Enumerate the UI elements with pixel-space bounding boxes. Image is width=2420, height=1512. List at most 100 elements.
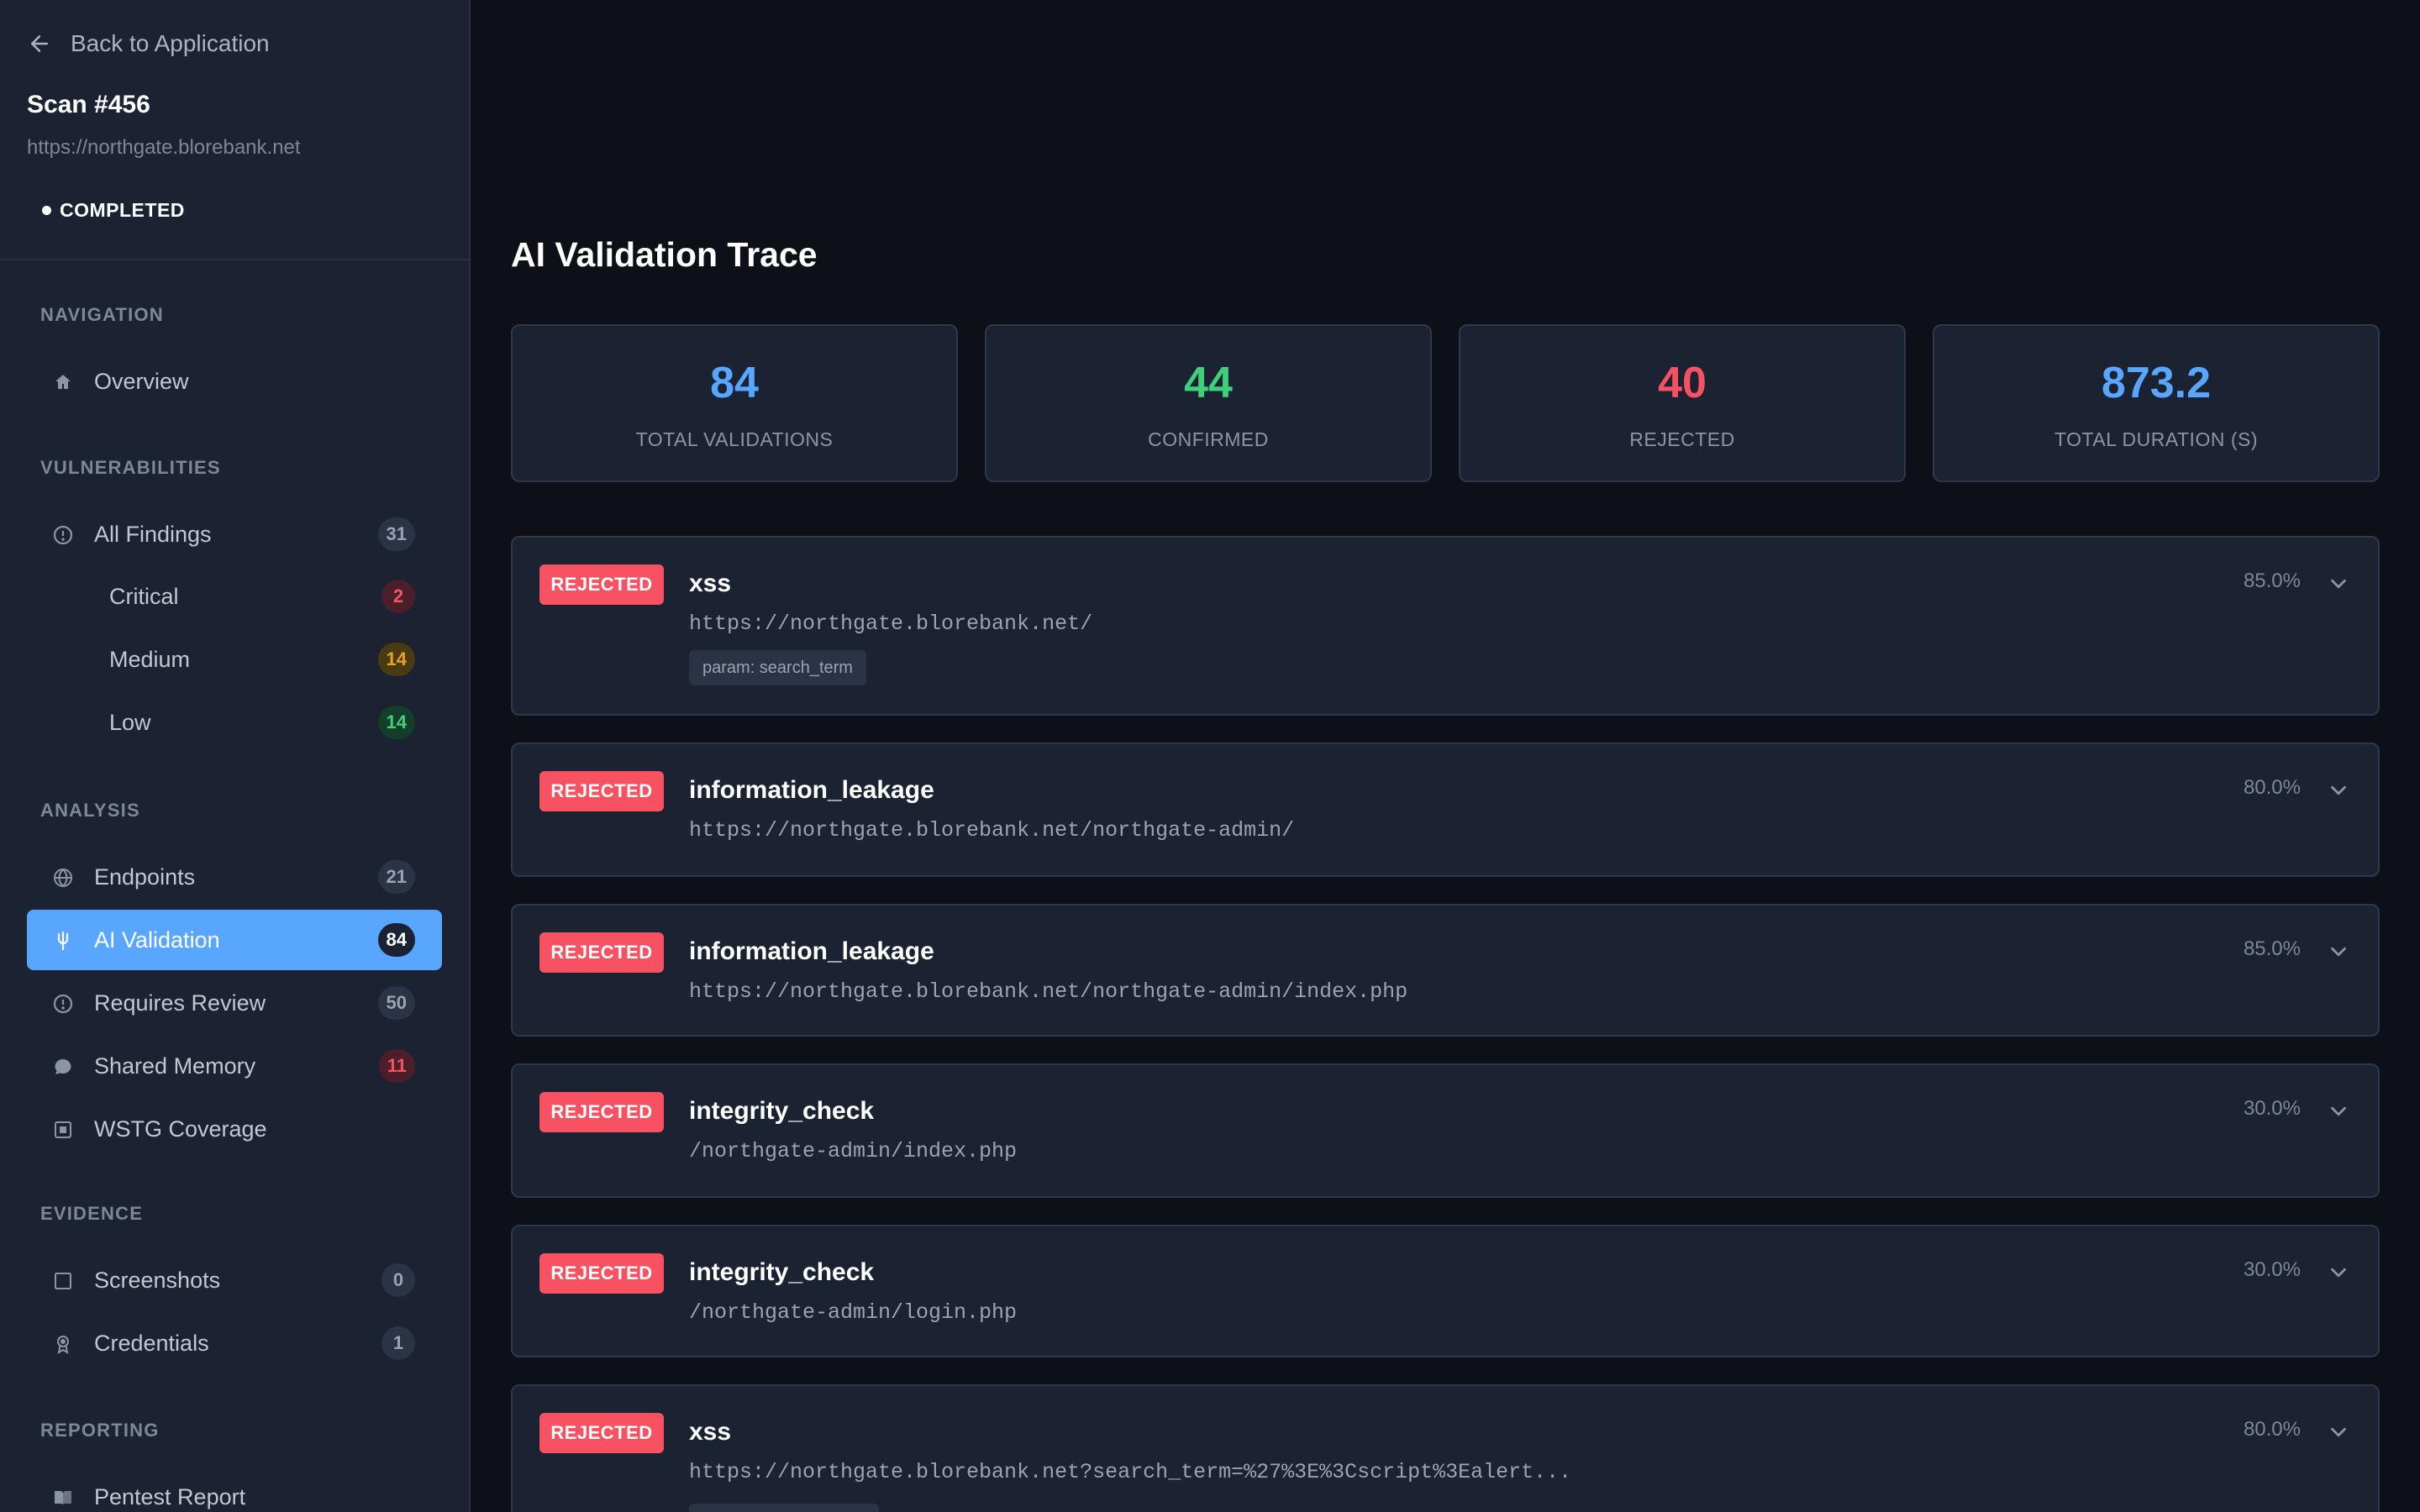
stat-value: 873.2	[2101, 359, 2212, 407]
sidebar: Back to Application Scan #456 https://no…	[0, 0, 471, 1512]
stat-label: TOTAL DURATION (S)	[2054, 428, 2258, 450]
back-to-application-link[interactable]: Back to Application	[27, 29, 270, 59]
chevron-down-icon[interactable]	[2326, 1260, 2351, 1285]
validation-url: https://northgate.blorebank.net/	[689, 612, 1093, 636]
sidebar-item-endpoints[interactable]: Endpoints 21	[27, 847, 442, 907]
chevron-down-icon[interactable]	[2326, 778, 2351, 803]
home-icon	[53, 372, 73, 392]
sidebar-item-label: Requires Review	[94, 990, 266, 1016]
sidebar-item-screenshots[interactable]: Screenshots 0	[27, 1250, 442, 1310]
confidence-score: 85.0%	[2243, 570, 2301, 592]
verdict-badge: REJECTED	[539, 564, 664, 605]
section-analysis: ANALYSIS	[40, 800, 140, 821]
chat-bubble-icon	[53, 1057, 73, 1077]
sidebar-item-label: WSTG Coverage	[94, 1116, 267, 1142]
validation-card[interactable]: REJECTED integrity_check /northgate-admi…	[511, 1225, 2380, 1357]
stat-value: 40	[1658, 359, 1707, 407]
sidebar-divider	[0, 259, 469, 260]
count-badge: 50	[377, 986, 415, 1020]
page-title: AI Validation Trace	[511, 235, 818, 274]
sidebar-item-label: Credentials	[94, 1330, 209, 1356]
alert-circle-icon	[53, 994, 73, 1014]
status-dot-icon	[42, 205, 51, 215]
count-badge: 31	[377, 517, 415, 551]
sidebar-item-label: Critical	[109, 583, 179, 609]
sidebar-item-label: Shared Memory	[94, 1053, 256, 1079]
globe-icon	[53, 868, 73, 888]
validation-type: xss	[689, 570, 732, 597]
sidebar-item-label: Overview	[94, 368, 189, 394]
scan-url: https://northgate.blorebank.net	[27, 136, 301, 159]
sidebar-item-medium[interactable]: Medium 14	[27, 629, 442, 690]
sidebar-item-overview[interactable]: Overview	[27, 351, 442, 412]
sidebar-item-label: Medium	[109, 646, 191, 672]
validation-type: information_leakage	[689, 937, 934, 965]
section-evidence: EVIDENCE	[40, 1203, 144, 1224]
validation-url: /northgate-admin/index.php	[689, 1139, 1018, 1163]
count-badge: 0	[381, 1263, 415, 1297]
validation-card[interactable]: REJECTED information_leakage https://nor…	[511, 904, 2380, 1037]
confidence-score: 85.0%	[2243, 937, 2301, 960]
stat-card-total-duration: 873.2 TOTAL DURATION (S)	[1933, 324, 2380, 482]
sidebar-item-critical[interactable]: Critical 2	[27, 566, 442, 627]
sidebar-item-requires-review[interactable]: Requires Review 50	[27, 973, 442, 1033]
param-tag: param: search_term	[689, 650, 866, 685]
chevron-down-icon[interactable]	[2326, 571, 2351, 596]
stat-label: CONFIRMED	[1148, 428, 1269, 450]
validation-card[interactable]: REJECTED xss https://northgate.blorebank…	[511, 1384, 2380, 1512]
badge-icon	[53, 1334, 73, 1354]
verdict-badge: REJECTED	[539, 932, 664, 973]
sidebar-item-label: Endpoints	[94, 864, 196, 890]
validation-url: https://northgate.blorebank.net?search_t…	[689, 1460, 1572, 1484]
validation-type: xss	[689, 1418, 732, 1446]
alert-circle-icon	[53, 525, 73, 545]
stat-value: 44	[1184, 359, 1233, 407]
verdict-badge: REJECTED	[539, 1413, 664, 1453]
verdict-badge: REJECTED	[539, 1092, 664, 1132]
count-badge: 84	[377, 923, 415, 957]
validation-card[interactable]: REJECTED integrity_check /northgate-admi…	[511, 1063, 2380, 1198]
sidebar-item-label: AI Validation	[94, 927, 220, 953]
validation-card[interactable]: REJECTED xss https://northgate.blorebank…	[511, 536, 2380, 716]
book-icon	[53, 1488, 73, 1508]
sidebar-item-all-findings[interactable]: All Findings 31	[27, 504, 442, 564]
section-navigation: NAVIGATION	[40, 304, 164, 325]
sidebar-item-credentials[interactable]: Credentials 1	[27, 1313, 442, 1373]
verdict-badge: REJECTED	[539, 771, 664, 811]
chevron-down-icon[interactable]	[2326, 1420, 2351, 1445]
target-square-icon	[53, 1120, 73, 1140]
validation-url: /northgate-admin/login.php	[689, 1300, 1018, 1325]
validation-url: https://northgate.blorebank.net/northgat…	[689, 979, 1408, 1004]
stat-label: TOTAL VALIDATIONS	[635, 428, 834, 450]
confidence-score: 30.0%	[2243, 1097, 2301, 1120]
section-reporting: REPORTING	[40, 1420, 160, 1441]
verdict-badge: REJECTED	[539, 1253, 664, 1294]
confidence-score: 30.0%	[2243, 1258, 2301, 1281]
sidebar-item-label: Pentest Report	[94, 1483, 246, 1509]
stat-label: REJECTED	[1629, 428, 1735, 450]
count-badge: 1	[381, 1326, 415, 1360]
sidebar-item-shared-memory[interactable]: Shared Memory 11	[27, 1036, 442, 1096]
chevron-down-icon[interactable]	[2326, 1099, 2351, 1124]
validation-type: information_leakage	[689, 776, 934, 804]
stat-card-rejected: 40 REJECTED	[1459, 324, 1906, 482]
square-icon	[53, 1271, 73, 1291]
count-badge: 11	[378, 1049, 415, 1083]
sidebar-item-wstg-coverage[interactable]: WSTG Coverage	[27, 1099, 442, 1159]
sidebar-item-label: All Findings	[94, 521, 212, 547]
sidebar-item-pentest-report[interactable]: Pentest Report	[27, 1467, 442, 1512]
stat-card-confirmed: 44 CONFIRMED	[985, 324, 1432, 482]
sidebar-item-ai-validation[interactable]: AI Validation 84	[27, 910, 442, 970]
validation-card[interactable]: REJECTED information_leakage https://nor…	[511, 743, 2380, 877]
sidebar-item-label: Screenshots	[94, 1267, 221, 1293]
chevron-down-icon[interactable]	[2326, 939, 2351, 964]
validation-type: integrity_check	[689, 1258, 875, 1286]
confidence-score: 80.0%	[2243, 1418, 2301, 1441]
stat-value: 84	[710, 359, 759, 407]
validation-url: https://northgate.blorebank.net/northgat…	[689, 818, 1295, 843]
sidebar-item-low[interactable]: Low 14	[27, 692, 442, 753]
status-label: COMPLETED	[60, 198, 185, 221]
count-badge: 21	[377, 860, 415, 894]
validation-type: integrity_check	[689, 1097, 875, 1125]
section-vulnerabilities: VULNERABILITIES	[40, 457, 221, 478]
